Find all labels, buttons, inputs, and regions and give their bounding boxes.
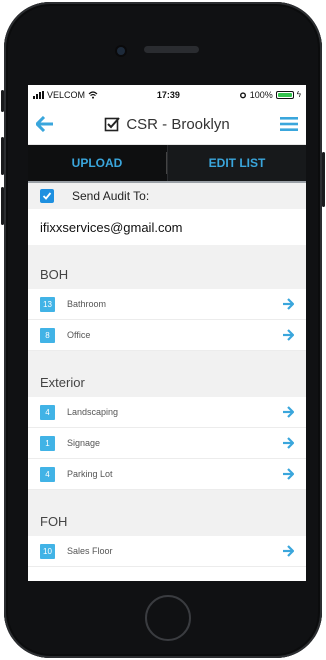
section-boh: BOH 13 Bathroom 8 Office	[28, 259, 306, 351]
spacer	[28, 245, 306, 259]
battery-level	[277, 92, 292, 97]
list-item-parking-lot[interactable]: 4 Parking Lot	[28, 459, 306, 490]
list-item-sales-floor[interactable]: 10 Sales Floor	[28, 536, 306, 567]
email-value: ifixxservices@gmail.com	[40, 219, 183, 235]
email-field[interactable]: ifixxservices@gmail.com	[28, 209, 306, 245]
page-title: CSR - Brooklyn	[104, 115, 230, 133]
checkmark-icon	[42, 192, 52, 200]
item-label: Landscaping	[67, 407, 119, 417]
section-foh: FOH 10 Sales Floor	[28, 506, 306, 567]
item-label: Parking Lot	[67, 469, 113, 479]
wifi-icon	[88, 90, 98, 99]
app-screen: VELCOM 17:39 100% ϟ CSR - Brooklyn UPLOA…	[28, 85, 306, 581]
item-label: Bathroom	[67, 299, 107, 309]
home-button[interactable]	[145, 595, 191, 641]
item-count-badge: 4	[40, 466, 55, 482]
earpiece-speaker	[144, 46, 199, 53]
arrow-right-icon[interactable]	[282, 298, 294, 310]
front-camera	[117, 47, 125, 55]
list-item-office[interactable]: 8 Office	[28, 320, 306, 351]
send-audit-checkbox[interactable]	[40, 189, 54, 203]
item-label: Sales Floor	[67, 546, 113, 556]
section-title: BOH	[28, 259, 306, 289]
battery-percent: 100%	[249, 89, 273, 100]
arrow-right-icon[interactable]	[282, 437, 294, 449]
carrier-name: VELCOM	[47, 89, 86, 100]
send-audit-label: Send Audit To:	[72, 189, 150, 203]
section-exterior: Exterior 4 Landscaping 1 Signage 4 Parki…	[28, 367, 306, 490]
arrow-right-icon[interactable]	[282, 468, 294, 480]
power-button	[322, 152, 325, 207]
back-arrow-icon[interactable]	[36, 116, 54, 132]
page-title-text: CSR - Brooklyn	[126, 115, 230, 133]
item-count-badge: 13	[40, 296, 55, 312]
arrow-right-icon[interactable]	[282, 545, 294, 557]
status-bar: VELCOM 17:39 100% ϟ	[28, 85, 306, 104]
battery-icon	[275, 90, 294, 99]
arrow-right-icon[interactable]	[282, 406, 294, 418]
action-toolbar: UPLOAD EDIT LIST	[28, 145, 306, 183]
nav-bar: CSR - Brooklyn	[28, 104, 306, 145]
volume-down-button	[1, 187, 4, 225]
item-count-badge: 8	[40, 327, 55, 343]
send-audit-row: Send Audit To:	[28, 183, 306, 209]
charging-icon: ϟ	[296, 90, 301, 99]
mute-switch	[1, 90, 4, 112]
list-item-landscaping[interactable]: 4 Landscaping	[28, 397, 306, 428]
item-label: Signage	[67, 438, 101, 448]
volume-up-button	[1, 137, 4, 175]
signal-icon	[33, 90, 44, 99]
item-count-badge: 1	[40, 435, 55, 451]
spacer	[28, 490, 306, 506]
clock: 17:39	[156, 89, 180, 100]
hamburger-menu-icon[interactable]	[279, 117, 298, 131]
item-count-badge: 10	[40, 543, 55, 559]
section-title: Exterior	[28, 367, 306, 397]
checklist-icon	[105, 117, 121, 132]
alarm-icon	[239, 91, 246, 98]
item-label: Office	[67, 330, 91, 340]
spacer	[28, 351, 306, 367]
upload-button[interactable]: UPLOAD	[28, 145, 166, 181]
item-count-badge: 4	[40, 404, 55, 420]
list-item-signage[interactable]: 1 Signage	[28, 428, 306, 459]
list-item-bathroom[interactable]: 13 Bathroom	[28, 289, 306, 320]
edit-list-button[interactable]: EDIT LIST	[167, 145, 306, 181]
section-title: FOH	[28, 506, 306, 536]
arrow-right-icon[interactable]	[282, 329, 294, 341]
